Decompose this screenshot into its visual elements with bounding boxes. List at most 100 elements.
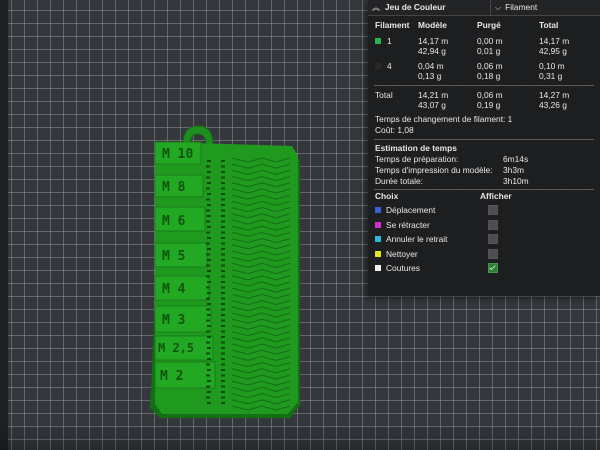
- hole-mark: [206, 253, 210, 256]
- hole-mark: [206, 374, 210, 377]
- legend-row-wipe: Nettoyer: [368, 247, 600, 262]
- legend-row-travel: Déplacement: [368, 203, 600, 218]
- filament-color-swatch: [375, 62, 381, 69]
- legend-label: Coutures: [386, 263, 420, 273]
- hole-mark: [207, 281, 211, 283]
- col-filament: Filament: [375, 20, 410, 30]
- size-label: M 5: [162, 249, 185, 264]
- total-label: Total: [375, 90, 393, 100]
- purged-weight: 0,01 g: [477, 46, 501, 56]
- hole-mark: [207, 391, 211, 393]
- total-length: 14,17 m: [539, 36, 570, 46]
- hole-mark: [206, 319, 210, 322]
- filament-change-count: Temps de changement de filament: 1: [375, 114, 513, 125]
- col-purged: Purgé: [477, 20, 501, 30]
- show-wipe-checkbox[interactable]: [488, 248, 498, 259]
- hole-mark: [221, 325, 225, 327]
- hole-mark: [207, 237, 211, 239]
- hole-mark: [221, 281, 225, 283]
- hole-mark: [207, 303, 211, 305]
- hole-mark: [207, 347, 211, 349]
- time-value: 3h10m: [503, 176, 529, 187]
- total-purged-length: 0,06 m: [477, 90, 503, 100]
- legend-color-box: [375, 221, 381, 228]
- hole-mark: [221, 358, 225, 360]
- show-unretract-checkbox[interactable]: [488, 234, 498, 245]
- hole-mark: [221, 226, 225, 228]
- chevron-down-icon: ⌵: [495, 2, 502, 12]
- hole-mark: [221, 160, 225, 162]
- model-length: 0,04 m: [418, 61, 444, 71]
- col-total: Total: [539, 20, 559, 30]
- view-mode-dropdown[interactable]: ⌵ Filament: [490, 0, 600, 15]
- hole-mark: [221, 231, 225, 234]
- size-label: M 6: [162, 214, 186, 229]
- legend-row-unretract: Annuler le retrait: [368, 232, 600, 247]
- hole-mark: [207, 215, 211, 217]
- hole-mark: [207, 336, 211, 338]
- hole-mark: [207, 248, 211, 250]
- hole-mark: [207, 193, 211, 195]
- time-row: Temps d'impression du modèle: 3h3m: [368, 165, 600, 176]
- hole-mark: [207, 270, 211, 272]
- slice-stats-panel: ︽ Jeu de Couleur ⌵ Filament Filament Mod…: [368, 0, 600, 296]
- filament-row: 1 14,17 m 42,94 g 0,00 m 0,01 g 14,17 m 42,…: [368, 33, 600, 58]
- hole-mark: [207, 160, 211, 162]
- legend-color-box: [375, 207, 381, 214]
- hole-mark: [206, 231, 210, 234]
- hole-mark: [206, 264, 210, 267]
- hole-mark: [221, 270, 225, 272]
- view-type-toggle[interactable]: ︽ Jeu de Couleur: [368, 2, 490, 13]
- hole-mark: [207, 358, 211, 360]
- hole-mark: [221, 314, 225, 316]
- hole-mark: [207, 314, 211, 316]
- hole-mark: [206, 187, 210, 190]
- model-length: 14,17 m: [418, 36, 449, 46]
- hole-mark: [221, 286, 225, 289]
- legend-color-box: [375, 265, 381, 272]
- hole-mark: [206, 330, 210, 333]
- hole-mark: [221, 242, 225, 245]
- hole-mark: [221, 380, 225, 382]
- size-label: M 2,5: [158, 341, 194, 355]
- show-seams-checkbox[interactable]: [488, 263, 498, 274]
- hole-mark: [206, 198, 210, 201]
- hole-mark: [206, 352, 210, 355]
- filament-color-swatch: [375, 37, 381, 44]
- hole-mark: [221, 171, 225, 173]
- grand-total-length: 14,27 m: [539, 90, 570, 100]
- hole-mark: [206, 297, 210, 300]
- view-title: Jeu de Couleur: [385, 2, 446, 13]
- legend-color-box: [375, 250, 381, 257]
- filament-id: 4: [387, 61, 392, 71]
- col-model: Modèle: [418, 20, 447, 30]
- hole-mark: [221, 182, 225, 184]
- total-weight: 0,31 g: [539, 71, 563, 81]
- hole-mark: [207, 259, 211, 261]
- hole-mark: [221, 319, 225, 322]
- show-retract-checkbox[interactable]: [488, 219, 498, 230]
- hole-mark: [221, 187, 225, 190]
- legend-label: Déplacement: [386, 205, 436, 215]
- hole-mark: [221, 198, 225, 201]
- time-value: 6m14s: [503, 154, 529, 165]
- hole-mark: [207, 171, 211, 173]
- hole-mark: [221, 209, 225, 212]
- legend-label: Se rétracter: [386, 219, 430, 230]
- hole-mark: [207, 325, 211, 327]
- chevron-up-icon[interactable]: ︽: [372, 3, 380, 13]
- hole-mark: [221, 193, 225, 195]
- total-model-weight: 43,07 g: [418, 100, 446, 110]
- hole-mark: [206, 396, 210, 399]
- hole-mark: [207, 182, 211, 184]
- time-estimate-title: Estimation de temps: [375, 142, 457, 153]
- hole-mark: [221, 347, 225, 349]
- cost-value: Coût: 1,08: [375, 125, 414, 136]
- time-label: Durée totale:: [375, 176, 423, 187]
- hole-mark: [206, 308, 210, 311]
- purged-length: 0,00 m: [477, 36, 503, 46]
- show-travel-checkbox[interactable]: [488, 205, 498, 216]
- purged-weight: 0,18 g: [477, 71, 501, 81]
- hole-mark: [221, 363, 225, 366]
- size-label: M 4: [162, 282, 186, 297]
